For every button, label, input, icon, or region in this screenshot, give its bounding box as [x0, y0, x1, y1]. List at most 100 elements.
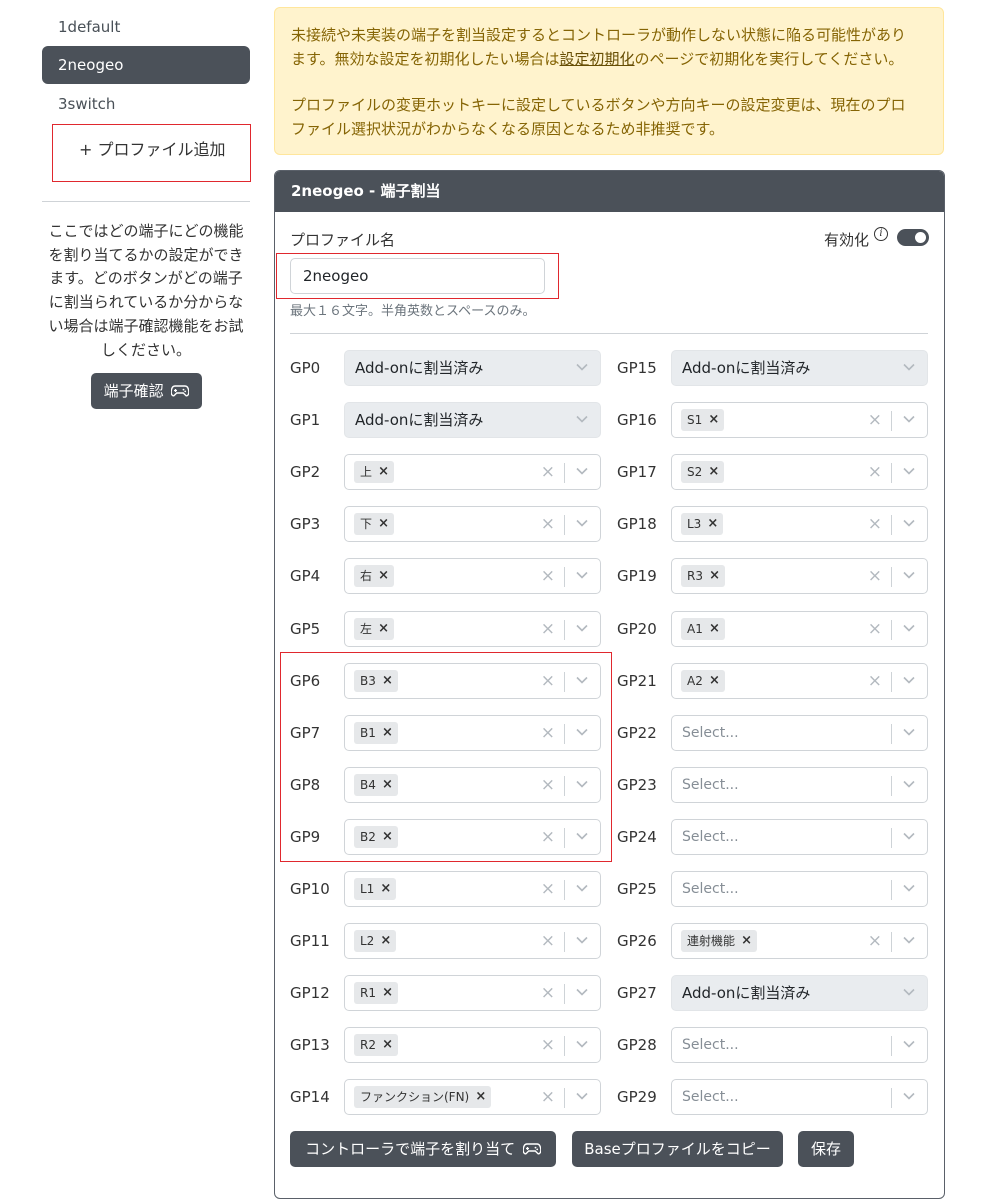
select-separator [564, 1036, 565, 1056]
clear-selection-icon[interactable]: × [541, 820, 555, 854]
pin-function-select[interactable]: B4 × × [344, 767, 601, 803]
clear-selection-icon[interactable]: × [541, 924, 555, 958]
clear-selection-icon[interactable]: × [541, 716, 555, 750]
remove-chip-icon[interactable]: × [382, 722, 393, 744]
clear-selection-icon[interactable]: × [541, 872, 555, 906]
sidebar-profile-2neogeo[interactable]: 2neogeo [42, 46, 250, 84]
remove-chip-icon[interactable]: × [382, 826, 393, 848]
pin-function-select[interactable]: B2 × × [344, 819, 601, 855]
pin-function-select[interactable]: R2 × × [344, 1027, 601, 1063]
chevron-down-icon [576, 624, 588, 632]
info-icon[interactable]: i [874, 227, 888, 241]
save-button[interactable]: 保存 [798, 1131, 854, 1167]
function-chip: B1 × [354, 722, 398, 744]
clear-selection-icon[interactable]: × [541, 664, 555, 698]
pin-label: GP23 [617, 776, 657, 794]
profile-name-hint: 最大１６文字。半角英数とスペースのみ。 [290, 304, 536, 319]
pin-function-select[interactable]: A1 × × [671, 611, 928, 647]
pin-function-select[interactable]: L3 × × [671, 506, 928, 542]
clear-selection-icon[interactable]: × [541, 455, 555, 489]
copy-base-profile-button[interactable]: Baseプロファイルをコピー [572, 1131, 783, 1167]
pin-function-select[interactable]: S2 × × [671, 454, 928, 490]
pin-function-select[interactable]: L2 × × [344, 923, 601, 959]
remove-chip-icon[interactable]: × [708, 409, 719, 431]
pin-function-select[interactable]: Select... [671, 819, 928, 855]
select-separator [891, 620, 892, 640]
clear-selection-icon[interactable]: × [868, 612, 882, 646]
remove-chip-icon[interactable]: × [741, 930, 752, 952]
add-profile-button[interactable]: + プロファイル追加 [52, 124, 251, 182]
pin-function-select[interactable]: R3 × × [671, 558, 928, 594]
clear-selection-icon[interactable]: × [541, 559, 555, 593]
remove-chip-icon[interactable]: × [378, 513, 389, 535]
remove-chip-icon[interactable]: × [380, 930, 391, 952]
pin-label: GP8 [290, 776, 321, 794]
clear-selection-icon[interactable]: × [541, 976, 555, 1010]
pin-check-button[interactable]: 端子確認 [91, 373, 202, 409]
pin-function-select[interactable]: Select... [671, 871, 928, 907]
profile-name-label: プロファイル名 [290, 231, 396, 249]
remove-chip-icon[interactable]: × [707, 513, 718, 535]
select-separator [891, 515, 892, 535]
profile-name-input[interactable] [290, 258, 545, 294]
pin-function-select[interactable]: R1 × × [344, 975, 601, 1011]
clear-selection-icon[interactable]: × [541, 1080, 555, 1114]
remove-chip-icon[interactable]: × [709, 565, 720, 587]
pin-function-select: Add-onに割当済み [344, 402, 601, 438]
sidebar-profile-1default[interactable]: 1default [42, 8, 250, 46]
sidebar-profile-3switch[interactable]: 3switch [42, 85, 250, 123]
remove-chip-icon[interactable]: × [378, 618, 389, 640]
remove-chip-icon[interactable]: × [382, 982, 393, 1004]
remove-chip-icon[interactable]: × [475, 1086, 486, 1108]
remove-chip-icon[interactable]: × [709, 670, 720, 692]
pin-function-select[interactable]: ファンクション(FN) × × [344, 1079, 601, 1115]
chip-label: 連射機能 [687, 934, 736, 948]
pin-function-select[interactable]: Select... [671, 1079, 928, 1115]
pin-function-select[interactable]: 連射機能 × × [671, 923, 928, 959]
pin-function-select[interactable]: A2 × × [671, 663, 928, 699]
chip-label: L2 [360, 934, 375, 948]
pin-function-select[interactable]: 左 × × [344, 611, 601, 647]
clear-selection-icon[interactable]: × [868, 403, 882, 437]
clear-selection-icon[interactable]: × [868, 924, 882, 958]
clear-selection-icon[interactable]: × [541, 1028, 555, 1062]
select-separator [564, 463, 565, 483]
clear-selection-icon[interactable]: × [868, 559, 882, 593]
pin-label: GP5 [290, 620, 321, 638]
enable-toggle[interactable] [897, 229, 929, 246]
chevron-down-icon [903, 936, 915, 944]
clear-selection-icon[interactable]: × [541, 768, 555, 802]
chevron-down-icon [576, 832, 588, 840]
assign-by-controller-button[interactable]: コントローラで端子を割り当て [290, 1131, 556, 1167]
pin-function-select[interactable]: Select... [671, 715, 928, 751]
pin-function-select[interactable]: 下 × × [344, 506, 601, 542]
remove-chip-icon[interactable]: × [708, 461, 719, 483]
pin-function-select[interactable]: 上 × × [344, 454, 601, 490]
pin-function-select[interactable]: B1 × × [344, 715, 601, 751]
function-chip: B4 × [354, 774, 398, 796]
reset-settings-link[interactable]: 設定初期化 [560, 50, 635, 68]
chevron-down-icon [903, 1040, 915, 1048]
remove-chip-icon[interactable]: × [380, 878, 391, 900]
pin-function-select[interactable]: Select... [671, 1027, 928, 1063]
remove-chip-icon[interactable]: × [382, 670, 393, 692]
pin-function-select[interactable]: S1 × × [671, 402, 928, 438]
pin-function-select[interactable]: L1 × × [344, 871, 601, 907]
pin-function-select[interactable]: 右 × × [344, 558, 601, 594]
clear-selection-icon[interactable]: × [541, 507, 555, 541]
remove-chip-icon[interactable]: × [378, 461, 389, 483]
remove-chip-icon[interactable]: × [382, 1034, 393, 1056]
remove-chip-icon[interactable]: × [378, 565, 389, 587]
remove-chip-icon[interactable]: × [709, 618, 720, 640]
clear-selection-icon[interactable]: × [868, 507, 882, 541]
remove-chip-icon[interactable]: × [382, 774, 393, 796]
clear-selection-icon[interactable]: × [868, 664, 882, 698]
select-separator [891, 1036, 892, 1056]
clear-selection-icon[interactable]: × [868, 455, 882, 489]
function-chip: S1 × [681, 409, 725, 431]
pin-function-select[interactable]: B3 × × [344, 663, 601, 699]
pin-function-select[interactable]: Select... [671, 767, 928, 803]
function-chip: S2 × [681, 461, 725, 483]
help-line: を割り当てるかの設定ができ [48, 245, 244, 264]
clear-selection-icon[interactable]: × [541, 612, 555, 646]
